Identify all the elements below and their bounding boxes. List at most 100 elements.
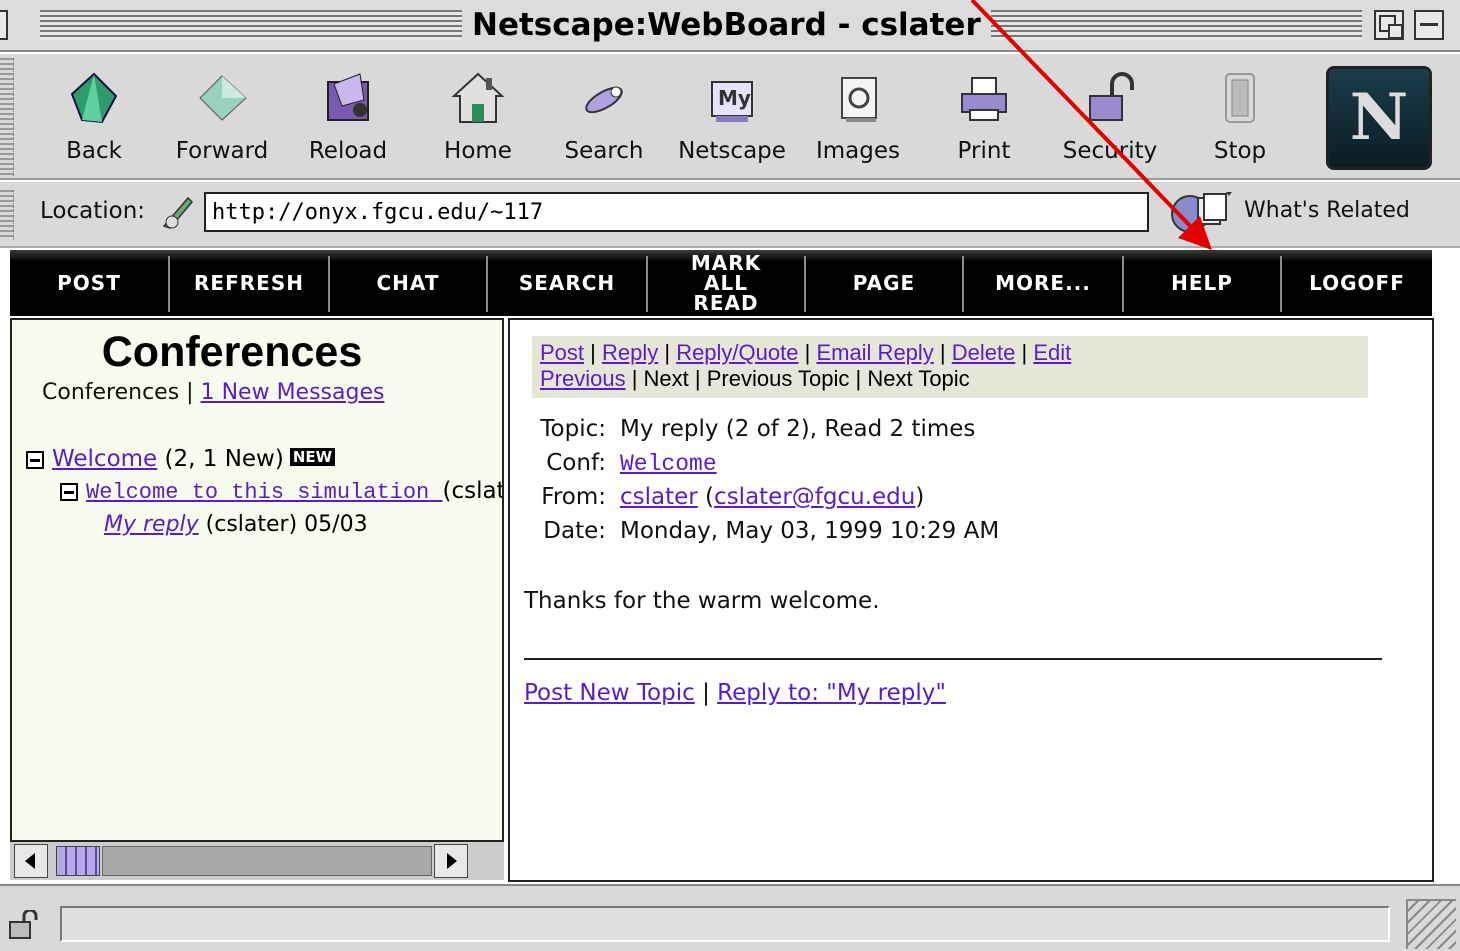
new-messages-link[interactable]: 1 New Messages (201, 380, 385, 405)
netscape-logo[interactable]: N (1326, 66, 1432, 170)
scroll-left-arrow-icon[interactable] (14, 844, 48, 878)
delete-link[interactable]: Delete (952, 340, 1016, 365)
location-label: Location: (40, 198, 146, 224)
message-topic-row: Topic: My reply (2 of 2), Read 2 times (526, 416, 975, 442)
toolbar-grip[interactable] (0, 58, 14, 176)
message-footer-links: Post New Topic | Reply to: "My reply" (524, 680, 946, 706)
navigation-toolbar: Back Forward Reload Home Search My Netsc… (0, 54, 1460, 180)
email-reply-link[interactable]: Email Reply (816, 340, 933, 365)
security-button[interactable]: Security (1052, 64, 1168, 174)
reload-label: Reload (308, 138, 388, 164)
home-label: Home (444, 138, 512, 164)
paren-open: ( (697, 484, 715, 510)
reply-quote-link[interactable]: Reply/Quote (676, 340, 798, 365)
stop-icon (1212, 70, 1268, 126)
back-icon (66, 70, 122, 126)
topic-welcome-link[interactable]: Welcome to this simulation (86, 480, 442, 505)
separator: | (849, 366, 868, 391)
post-link[interactable]: Post (540, 340, 584, 365)
nav-search-button[interactable]: SEARCH (488, 250, 646, 316)
forward-label: Forward (175, 138, 269, 164)
nav-logoff-button[interactable]: LOGOFF (1282, 250, 1432, 316)
scroll-track[interactable] (102, 846, 432, 876)
conference-welcome-link[interactable]: Welcome (52, 446, 157, 472)
from-email-link[interactable]: cslater@fgcu.edu (714, 484, 915, 510)
whats-related-icon[interactable] (1168, 190, 1232, 234)
home-button[interactable]: Home (420, 64, 536, 174)
reply-meta: (cslater) 05/03 (198, 512, 368, 537)
conference-tree-frame: Conferences Conferences | 1 New Messages… (10, 318, 504, 880)
separator: | (584, 340, 602, 365)
whats-related-label[interactable]: What's Related (1244, 198, 1410, 223)
print-label: Print (957, 138, 1011, 164)
search-button[interactable]: Search (546, 64, 662, 174)
reply-my-reply-link[interactable]: My reply (104, 512, 199, 537)
date-value: Monday, May 03, 1999 10:29 AM (620, 518, 1000, 544)
search-label: Search (564, 138, 644, 164)
left-frame-horizontal-scrollbar[interactable] (10, 840, 504, 880)
conferences-subnav: Conferences | 1 New Messages (42, 380, 384, 405)
tree-row-conference: Welcome (2, 1 New) NEW (26, 446, 336, 472)
from-name-link[interactable]: cslater (620, 484, 698, 510)
window-resize-grip-icon[interactable] (1406, 899, 1456, 949)
message-actions-row-1: Post | Reply | Reply/Quote | Email Reply… (540, 340, 1360, 366)
previous-link[interactable]: Previous (540, 366, 626, 391)
forward-button[interactable]: Forward (164, 64, 280, 174)
scroll-right-arrow-icon[interactable] (434, 844, 468, 878)
collapse-toggle-icon[interactable] (26, 450, 44, 469)
back-label: Back (66, 138, 122, 164)
images-button[interactable]: Images (800, 64, 916, 174)
message-frame: Post | Reply | Reply/Quote | Email Reply… (508, 318, 1434, 882)
location-bar-grip[interactable] (0, 190, 14, 240)
nav-chat-button[interactable]: CHAT (330, 250, 486, 316)
from-key: From: (541, 484, 606, 510)
collapse-box-icon[interactable] (1414, 10, 1444, 40)
edit-link[interactable]: Edit (1033, 340, 1071, 365)
message-body: Thanks for the warm welcome. (524, 588, 880, 614)
stop-label: Stop (1213, 138, 1267, 164)
topic-value: My reply (2 of 2), Read 2 times (620, 416, 976, 442)
window-title-bar[interactable]: Netscape:WebBoard - cslater (0, 0, 1460, 52)
separator: | (798, 340, 817, 365)
nav-more-button[interactable]: MORE... (964, 250, 1122, 316)
separator: | (688, 366, 707, 391)
home-icon (450, 70, 506, 126)
page-proxy-icon[interactable] (158, 192, 198, 232)
back-button[interactable]: Back (36, 64, 152, 174)
reply-to-link[interactable]: Reply to: "My reply" (717, 680, 946, 706)
forward-icon (194, 70, 250, 126)
next-topic-text: Next Topic (867, 366, 970, 391)
close-box[interactable] (0, 10, 8, 40)
stop-button[interactable]: Stop (1182, 64, 1298, 174)
reply-link[interactable]: Reply (602, 340, 658, 365)
security-lock-icon (1082, 70, 1138, 126)
nav-help-button[interactable]: HELP (1124, 250, 1280, 316)
print-button[interactable]: Print (926, 64, 1042, 174)
nav-mark-all-read-button[interactable]: MARK ALL READ (648, 250, 804, 316)
reload-button[interactable]: Reload (290, 64, 406, 174)
separator: | (625, 366, 644, 391)
message-date-row: Date: Monday, May 03, 1999 10:29 AM (526, 518, 999, 544)
topic-author: (cslat (442, 478, 504, 504)
my-netscape-button[interactable]: My Netscape (674, 64, 790, 174)
location-url-input[interactable]: http://onyx.fgcu.edu/~117 (204, 192, 1149, 232)
location-bar: Location: http://onyx.fgcu.edu/~117 What… (0, 182, 1460, 248)
separator: | (694, 680, 718, 706)
nav-page-button[interactable]: PAGE (806, 250, 962, 316)
tree-row-topic: Welcome to this simulation (cslat (60, 478, 504, 505)
post-new-topic-link[interactable]: Post New Topic (524, 680, 695, 706)
collapse-toggle-icon[interactable] (60, 482, 78, 501)
security-status-lock-icon[interactable] (8, 908, 44, 940)
message-from-row: From: cslater (cslater@fgcu.edu) (526, 484, 924, 510)
zoom-box-icon[interactable] (1374, 10, 1404, 40)
nav-post-button[interactable]: POST (10, 250, 168, 316)
tree-row-reply: My reply (cslater) 05/03 (104, 512, 368, 537)
nav-refresh-button[interactable]: REFRESH (170, 250, 328, 316)
my-netscape-icon-text: My (718, 86, 751, 110)
conferences-heading: Conferences (101, 328, 363, 376)
scroll-thumb[interactable] (56, 846, 100, 876)
conf-welcome-link[interactable]: Welcome (620, 451, 717, 477)
separator: | (658, 340, 677, 365)
separator: | (179, 380, 201, 405)
conference-counts: (2, 1 New) (157, 446, 284, 472)
